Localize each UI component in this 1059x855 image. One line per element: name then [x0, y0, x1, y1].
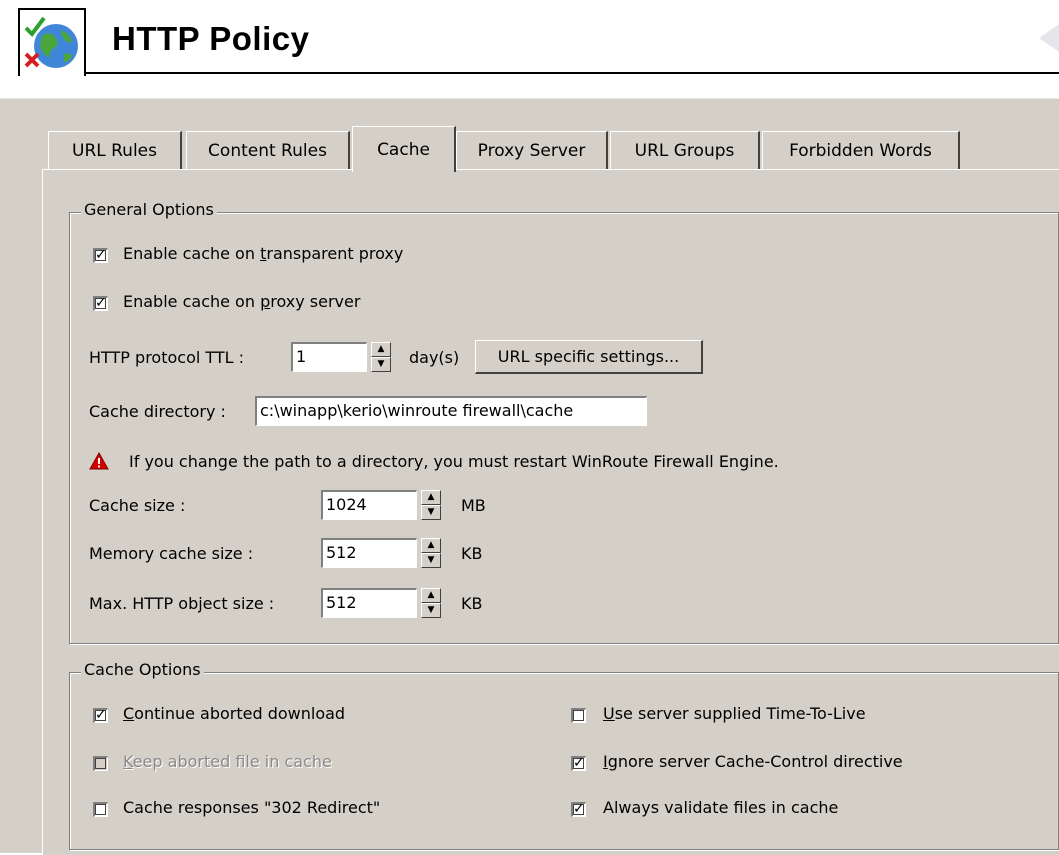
ttl-input[interactable]: 1 [291, 342, 367, 372]
cache-size-label: Cache size : [89, 496, 186, 515]
proxy-cache-checkbox[interactable]: ✓ [93, 295, 108, 311]
keep-aborted-checkbox [93, 756, 108, 771]
keep-aborted-label: Keep aborted file in cache [123, 752, 332, 771]
ignore-cache-control-label[interactable]: Ignore server Cache-Control directive [603, 752, 903, 771]
cache-302-label[interactable]: Cache responses "302 Redirect" [123, 798, 380, 817]
spin-up-icon[interactable]: ▲ [371, 342, 391, 357]
spin-down-icon[interactable]: ▼ [371, 357, 391, 372]
cache-options-title: Cache Options [81, 660, 204, 679]
memory-cache-unit: KB [461, 544, 483, 563]
ttl-spinner[interactable]: ▲ ▼ [371, 342, 391, 372]
transparent-cache-label[interactable]: Enable cache on transparent proxy [123, 244, 403, 263]
check-mark-icon: ✓ [573, 755, 585, 771]
tab-proxy-server[interactable]: Proxy Server [456, 131, 608, 169]
page-title: HTTP Policy [112, 20, 310, 57]
general-options-title: General Options [81, 200, 217, 219]
warning-text: If you change the path to a directory, y… [129, 452, 779, 471]
tab-url-rules[interactable]: URL Rules [48, 131, 182, 169]
proxy-cache-label[interactable]: Enable cache on proxy server [123, 292, 360, 311]
policy-globe-icon [18, 8, 86, 76]
ttl-label: HTTP protocol TTL : [89, 348, 245, 367]
cache-directory-label: Cache directory : [89, 402, 226, 421]
tab-forbidden-words[interactable]: Forbidden Words [762, 131, 960, 169]
server-ttl-label[interactable]: Use server supplied Time-To-Live [603, 704, 866, 723]
spin-up-icon[interactable]: ▲ [421, 588, 441, 603]
max-object-unit: KB [461, 594, 483, 613]
cache-size-input[interactable]: 1024 [321, 490, 417, 520]
memory-cache-label: Memory cache size : [89, 544, 254, 563]
ignore-cache-control-checkbox[interactable]: ✓ [571, 755, 586, 771]
ttl-unit: day(s) [409, 348, 460, 367]
max-object-spinner[interactable]: ▲ ▼ [421, 588, 441, 618]
spin-down-icon[interactable]: ▼ [421, 553, 441, 568]
always-validate-label[interactable]: Always validate files in cache [603, 798, 838, 817]
check-mark-icon: ✓ [573, 801, 585, 817]
check-mark-icon: ✓ [95, 247, 107, 263]
warning-icon [89, 451, 109, 470]
header-divider [86, 72, 1059, 74]
spin-down-icon[interactable]: ▼ [421, 603, 441, 618]
check-mark-icon: ✓ [95, 707, 107, 723]
max-object-input[interactable]: 512 [321, 588, 417, 618]
cache-tab-panel: General Options ✓ Enable cache on transp… [42, 169, 1059, 855]
continue-aborted-checkbox[interactable]: ✓ [93, 707, 108, 723]
cache-302-checkbox[interactable] [93, 802, 108, 817]
tab-cache[interactable]: Cache [352, 126, 456, 172]
cache-directory-input[interactable]: c:\winapp\kerio\winroute firewall\cache [255, 396, 647, 426]
spin-up-icon[interactable]: ▲ [421, 490, 441, 505]
url-specific-settings-button[interactable]: URL specific settings... [475, 340, 703, 374]
tab-url-groups[interactable]: URL Groups [610, 131, 760, 169]
cache-size-spinner[interactable]: ▲ ▼ [421, 490, 441, 520]
server-ttl-checkbox[interactable] [571, 708, 586, 723]
cache-size-unit: MB [461, 496, 486, 515]
tab-content-rules[interactable]: Content Rules [186, 131, 350, 169]
max-object-label: Max. HTTP object size : [89, 594, 275, 613]
check-mark-icon: ✓ [95, 295, 107, 311]
spin-down-icon[interactable]: ▼ [421, 505, 441, 520]
corner-decoration [1019, 18, 1059, 58]
memory-cache-input[interactable]: 512 [321, 538, 417, 568]
spin-up-icon[interactable]: ▲ [421, 538, 441, 553]
memory-cache-spinner[interactable]: ▲ ▼ [421, 538, 441, 568]
transparent-cache-checkbox[interactable]: ✓ [93, 247, 108, 263]
general-options-group [69, 212, 1059, 644]
always-validate-checkbox[interactable]: ✓ [571, 801, 586, 817]
continue-aborted-label[interactable]: Continue aborted download [123, 704, 345, 723]
